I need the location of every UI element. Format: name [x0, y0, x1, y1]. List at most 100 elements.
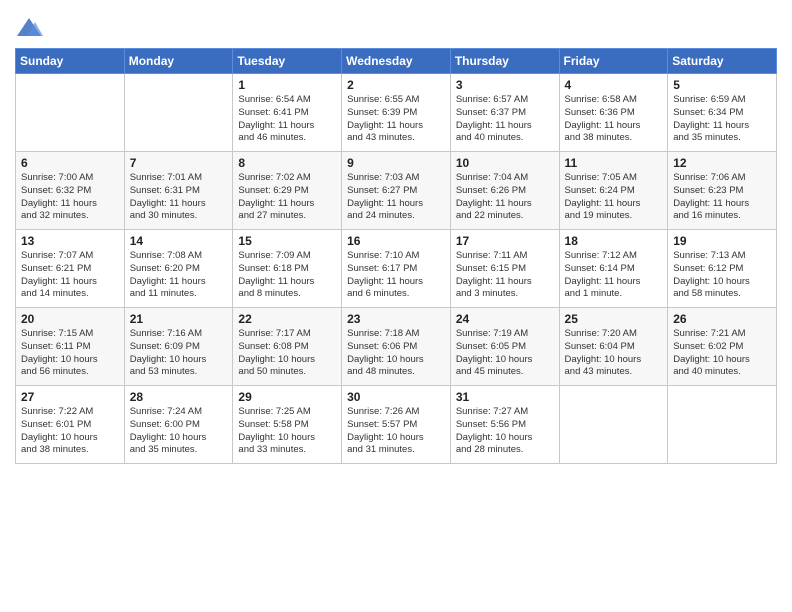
cell-content: Sunrise: 7:16 AM Sunset: 6:09 PM Dayligh…: [130, 328, 228, 379]
cell-content: Sunrise: 6:59 AM Sunset: 6:34 PM Dayligh…: [673, 94, 771, 145]
day-number: 23: [347, 312, 445, 326]
day-number: 1: [238, 78, 336, 92]
cell-content: Sunrise: 7:02 AM Sunset: 6:29 PM Dayligh…: [238, 172, 336, 223]
weekday-header-thursday: Thursday: [450, 49, 559, 74]
calendar-cell: 21Sunrise: 7:16 AM Sunset: 6:09 PM Dayli…: [124, 308, 233, 386]
day-number: 29: [238, 390, 336, 404]
cell-content: Sunrise: 6:54 AM Sunset: 6:41 PM Dayligh…: [238, 94, 336, 145]
day-number: 3: [456, 78, 554, 92]
calendar-cell: 14Sunrise: 7:08 AM Sunset: 6:20 PM Dayli…: [124, 230, 233, 308]
day-number: 13: [21, 234, 119, 248]
cell-content: Sunrise: 7:01 AM Sunset: 6:31 PM Dayligh…: [130, 172, 228, 223]
day-number: 18: [565, 234, 663, 248]
calendar-cell: [16, 74, 125, 152]
week-row-2: 6 Sunrise: 7:00 AM Sunset: 6:32 PM Daylig…: [16, 152, 777, 230]
day-number: 20: [21, 312, 119, 326]
weekday-header-monday: Monday: [124, 49, 233, 74]
calendar-cell: [124, 74, 233, 152]
calendar-cell: 22Sunrise: 7:17 AM Sunset: 6:08 PM Dayli…: [233, 308, 342, 386]
weekday-header-friday: Friday: [559, 49, 668, 74]
calendar-cell: 15 Sunrise: 7:09 AM Sunset: 6:18 PM Dayli…: [233, 230, 342, 308]
day-number: 4: [565, 78, 663, 92]
week-row-3: 13 Sunrise: 7:07 AM Sunset: 6:21 PM Dayli…: [16, 230, 777, 308]
cell-content: Sunrise: 7:03 AM Sunset: 6:27 PM Dayligh…: [347, 172, 445, 223]
cell-content: Sunrise: 7:13 AM Sunset: 6:12 PM Dayligh…: [673, 250, 771, 301]
day-number: 31: [456, 390, 554, 404]
calendar-cell: 10 Sunrise: 7:04 AM Sunset: 6:26 PM Dayli…: [450, 152, 559, 230]
cell-content: Sunrise: 7:27 AM Sunset: 5:56 PM Dayligh…: [456, 406, 554, 457]
cell-content: Sunrise: 7:15 AM Sunset: 6:11 PM Dayligh…: [21, 328, 119, 379]
day-number: 27: [21, 390, 119, 404]
day-number: 7: [130, 156, 228, 170]
day-number: 6: [21, 156, 119, 170]
calendar-cell: 25 Sunrise: 7:20 AM Sunset: 6:04 PM Dayli…: [559, 308, 668, 386]
cell-content: Sunrise: 7:19 AM Sunset: 6:05 PM Dayligh…: [456, 328, 554, 379]
calendar-cell: 4 Sunrise: 6:58 AM Sunset: 6:36 PM Daylig…: [559, 74, 668, 152]
header: [15, 10, 777, 42]
day-number: 8: [238, 156, 336, 170]
calendar-cell: 13 Sunrise: 7:07 AM Sunset: 6:21 PM Dayli…: [16, 230, 125, 308]
day-number: 16: [347, 234, 445, 248]
cell-content: Sunrise: 7:10 AM Sunset: 6:17 PM Dayligh…: [347, 250, 445, 301]
cell-content: Sunrise: 7:05 AM Sunset: 6:24 PM Dayligh…: [565, 172, 663, 223]
week-row-1: 1 Sunrise: 6:54 AM Sunset: 6:41 PM Daylig…: [16, 74, 777, 152]
calendar-cell: 11 Sunrise: 7:05 AM Sunset: 6:24 PM Dayli…: [559, 152, 668, 230]
weekday-header-row: SundayMondayTuesdayWednesdayThursdayFrid…: [16, 49, 777, 74]
day-number: 14: [130, 234, 228, 248]
calendar-cell: [668, 386, 777, 464]
calendar-table: SundayMondayTuesdayWednesdayThursdayFrid…: [15, 48, 777, 464]
day-number: 15: [238, 234, 336, 248]
logo: [15, 14, 47, 42]
day-number: 28: [130, 390, 228, 404]
calendar-cell: 31 Sunrise: 7:27 AM Sunset: 5:56 PM Dayli…: [450, 386, 559, 464]
calendar-cell: 7 Sunrise: 7:01 AM Sunset: 6:31 PM Daylig…: [124, 152, 233, 230]
calendar-cell: [559, 386, 668, 464]
calendar-cell: 28 Sunrise: 7:24 AM Sunset: 6:00 PM Dayli…: [124, 386, 233, 464]
calendar-cell: 29 Sunrise: 7:25 AM Sunset: 5:58 PM Dayli…: [233, 386, 342, 464]
day-number: 10: [456, 156, 554, 170]
cell-content: Sunrise: 7:09 AM Sunset: 6:18 PM Dayligh…: [238, 250, 336, 301]
calendar-cell: 18 Sunrise: 7:12 AM Sunset: 6:14 PM Dayli…: [559, 230, 668, 308]
cell-content: Sunrise: 7:07 AM Sunset: 6:21 PM Dayligh…: [21, 250, 119, 301]
calendar-cell: 19 Sunrise: 7:13 AM Sunset: 6:12 PM Dayli…: [668, 230, 777, 308]
cell-content: Sunrise: 7:20 AM Sunset: 6:04 PM Dayligh…: [565, 328, 663, 379]
calendar-cell: 8 Sunrise: 7:02 AM Sunset: 6:29 PM Daylig…: [233, 152, 342, 230]
weekday-header-saturday: Saturday: [668, 49, 777, 74]
cell-content: Sunrise: 7:25 AM Sunset: 5:58 PM Dayligh…: [238, 406, 336, 457]
day-number: 11: [565, 156, 663, 170]
weekday-header-sunday: Sunday: [16, 49, 125, 74]
calendar-cell: 9Sunrise: 7:03 AM Sunset: 6:27 PM Daylig…: [342, 152, 451, 230]
calendar-cell: 17Sunrise: 7:11 AM Sunset: 6:15 PM Dayli…: [450, 230, 559, 308]
day-number: 22: [238, 312, 336, 326]
cell-content: Sunrise: 7:11 AM Sunset: 6:15 PM Dayligh…: [456, 250, 554, 301]
cell-content: Sunrise: 7:24 AM Sunset: 6:00 PM Dayligh…: [130, 406, 228, 457]
cell-content: Sunrise: 7:12 AM Sunset: 6:14 PM Dayligh…: [565, 250, 663, 301]
day-number: 5: [673, 78, 771, 92]
calendar-cell: 30Sunrise: 7:26 AM Sunset: 5:57 PM Dayli…: [342, 386, 451, 464]
calendar-cell: 24 Sunrise: 7:19 AM Sunset: 6:05 PM Dayli…: [450, 308, 559, 386]
calendar-cell: 6 Sunrise: 7:00 AM Sunset: 6:32 PM Daylig…: [16, 152, 125, 230]
calendar-cell: 23Sunrise: 7:18 AM Sunset: 6:06 PM Dayli…: [342, 308, 451, 386]
cell-content: Sunrise: 7:22 AM Sunset: 6:01 PM Dayligh…: [21, 406, 119, 457]
day-number: 25: [565, 312, 663, 326]
calendar-cell: 27 Sunrise: 7:22 AM Sunset: 6:01 PM Dayli…: [16, 386, 125, 464]
day-number: 26: [673, 312, 771, 326]
cell-content: Sunrise: 7:21 AM Sunset: 6:02 PM Dayligh…: [673, 328, 771, 379]
cell-content: Sunrise: 7:00 AM Sunset: 6:32 PM Dayligh…: [21, 172, 119, 223]
calendar-cell: 16 Sunrise: 7:10 AM Sunset: 6:17 PM Dayli…: [342, 230, 451, 308]
weekday-header-wednesday: Wednesday: [342, 49, 451, 74]
week-row-5: 27 Sunrise: 7:22 AM Sunset: 6:01 PM Dayli…: [16, 386, 777, 464]
calendar-cell: 20 Sunrise: 7:15 AM Sunset: 6:11 PM Dayli…: [16, 308, 125, 386]
calendar-cell: 2Sunrise: 6:55 AM Sunset: 6:39 PM Daylig…: [342, 74, 451, 152]
week-row-4: 20 Sunrise: 7:15 AM Sunset: 6:11 PM Dayli…: [16, 308, 777, 386]
cell-content: Sunrise: 6:58 AM Sunset: 6:36 PM Dayligh…: [565, 94, 663, 145]
logo-icon: [15, 14, 43, 42]
day-number: 30: [347, 390, 445, 404]
day-number: 24: [456, 312, 554, 326]
cell-content: Sunrise: 6:57 AM Sunset: 6:37 PM Dayligh…: [456, 94, 554, 145]
cell-content: Sunrise: 7:04 AM Sunset: 6:26 PM Dayligh…: [456, 172, 554, 223]
day-number: 19: [673, 234, 771, 248]
calendar-cell: 26 Sunrise: 7:21 AM Sunset: 6:02 PM Dayli…: [668, 308, 777, 386]
calendar-cell: 5 Sunrise: 6:59 AM Sunset: 6:34 PM Daylig…: [668, 74, 777, 152]
weekday-header-tuesday: Tuesday: [233, 49, 342, 74]
